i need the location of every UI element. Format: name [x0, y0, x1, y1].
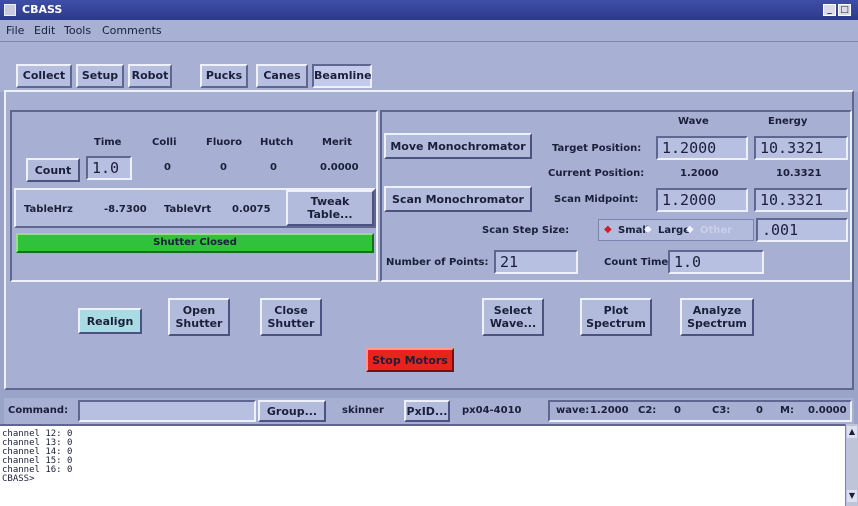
count-time-input[interactable]: 1.0 — [668, 250, 764, 274]
c3-label: C3: — [712, 405, 731, 416]
header-merit: Merit — [322, 137, 352, 148]
console-scrollbar[interactable]: ▲ ▼ — [845, 424, 858, 506]
pxid-value: px04-4010 — [462, 405, 522, 416]
tab-beamline[interactable]: Beamline — [312, 64, 372, 88]
table-hrz-label: TableHrz — [24, 204, 73, 215]
count-time-label: Count Time: — [604, 257, 673, 268]
current-energy: 10.3321 — [776, 168, 822, 179]
console-prompt: CBASS> — [2, 474, 35, 484]
minimize-icon[interactable]: _ — [823, 4, 836, 16]
time-input[interactable]: 1.0 — [86, 156, 132, 180]
tab-pucks[interactable]: Pucks — [200, 64, 248, 88]
open-shutter-button[interactable]: Open Shutter — [168, 298, 230, 336]
user-name: skinner — [342, 405, 384, 416]
app-icon — [4, 4, 16, 16]
m-label: M: — [780, 405, 794, 416]
col-wave: Wave — [678, 116, 709, 127]
number-of-points-label: Number of Points: — [386, 257, 489, 268]
command-input[interactable] — [78, 400, 256, 422]
hutch-value: 0 — [270, 162, 277, 173]
table-vrt-label: TableVrt — [164, 204, 212, 215]
scan-midpoint-label: Scan Midpoint: — [554, 194, 639, 205]
console-output[interactable]: channel 12: 0 channel 13: 0 channel 14: … — [0, 424, 858, 506]
scan-monochromator-button[interactable]: Scan Monochromator — [384, 186, 532, 212]
scan-step-size-label: Scan Step Size: — [482, 225, 570, 236]
c3-value: 0 — [756, 405, 763, 416]
current-wave: 1.2000 — [680, 168, 719, 179]
header-hutch: Hutch — [260, 137, 294, 148]
step-size-input[interactable]: .001 — [756, 218, 848, 242]
target-wave-input[interactable]: 1.2000 — [656, 136, 748, 160]
stop-motors-button[interactable]: Stop Motors — [366, 348, 454, 372]
command-label: Command: — [8, 405, 69, 416]
tweak-table-button[interactable]: Tweak Table... — [286, 190, 374, 226]
m-value: 0.0000 — [808, 405, 847, 416]
analyze-spectrum-button[interactable]: Analyze Spectrum — [680, 298, 754, 336]
col-energy: Energy — [768, 116, 808, 127]
header-colli: Colli — [152, 137, 177, 148]
maximize-icon[interactable]: □ — [838, 4, 851, 16]
radio-unselected-icon[interactable]: ◆ — [644, 224, 652, 235]
realign-button[interactable]: Realign — [78, 308, 142, 334]
c2-label: C2: — [638, 405, 657, 416]
table-hrz-value: -8.7300 — [104, 204, 147, 215]
scroll-down-icon[interactable]: ▼ — [847, 490, 857, 502]
radio-selected-icon[interactable]: ◆ — [604, 224, 612, 235]
close-shutter-button[interactable]: Close Shutter — [260, 298, 322, 336]
move-monochromator-button[interactable]: Move Monochromator — [384, 133, 532, 159]
merit-value: 0.0000 — [320, 162, 359, 173]
radio-unselected-icon[interactable]: ◆ — [686, 224, 694, 235]
tab-robot[interactable]: Robot — [128, 64, 172, 88]
target-energy-input[interactable]: 10.3321 — [754, 136, 848, 160]
colli-value: 0 — [164, 162, 171, 173]
count-button[interactable]: Count — [26, 158, 80, 182]
plot-spectrum-button[interactable]: Plot Spectrum — [580, 298, 652, 336]
console-line: channel 14: 0 — [2, 447, 73, 457]
c2-value: 0 — [674, 405, 681, 416]
table-vrt-value: 0.0075 — [232, 204, 271, 215]
tab-setup[interactable]: Setup — [76, 64, 124, 88]
number-of-points-input[interactable]: 21 — [494, 250, 578, 274]
menu-comments[interactable]: Comments — [102, 24, 162, 37]
menu-bar: File Edit Tools Comments — [0, 20, 858, 42]
target-position-label: Target Position: — [552, 143, 642, 154]
window-title: CBASS — [22, 3, 63, 16]
current-position-label: Current Position: — [548, 168, 645, 179]
midpoint-energy-input[interactable]: 10.3321 — [754, 188, 848, 212]
pxid-button[interactable]: PxID... — [404, 400, 450, 422]
group-button[interactable]: Group... — [258, 400, 326, 422]
menu-edit[interactable]: Edit — [34, 24, 55, 37]
console-line: channel 12: 0 — [2, 429, 73, 439]
menu-tools[interactable]: Tools — [64, 24, 91, 37]
menu-file[interactable]: File — [6, 24, 24, 37]
radio-other-label[interactable]: Other — [700, 225, 732, 236]
title-bar: CBASS _ □ — [0, 0, 858, 20]
wave-value: 1.2000 — [590, 405, 629, 416]
select-wave-button[interactable]: Select Wave... — [482, 298, 544, 336]
shutter-status: Shutter Closed — [16, 233, 374, 253]
fluoro-value: 0 — [220, 162, 227, 173]
tab-canes[interactable]: Canes — [256, 64, 308, 88]
console-line: channel 13: 0 — [2, 438, 73, 448]
console-line: channel 16: 0 — [2, 465, 73, 475]
wave-label: wave: — [556, 405, 590, 416]
scroll-up-icon[interactable]: ▲ — [847, 426, 857, 438]
header-time: Time — [94, 137, 122, 148]
header-fluoro: Fluoro — [206, 137, 243, 148]
midpoint-wave-input[interactable]: 1.2000 — [656, 188, 748, 212]
console-line: channel 15: 0 — [2, 456, 73, 466]
tab-collect[interactable]: Collect — [16, 64, 72, 88]
